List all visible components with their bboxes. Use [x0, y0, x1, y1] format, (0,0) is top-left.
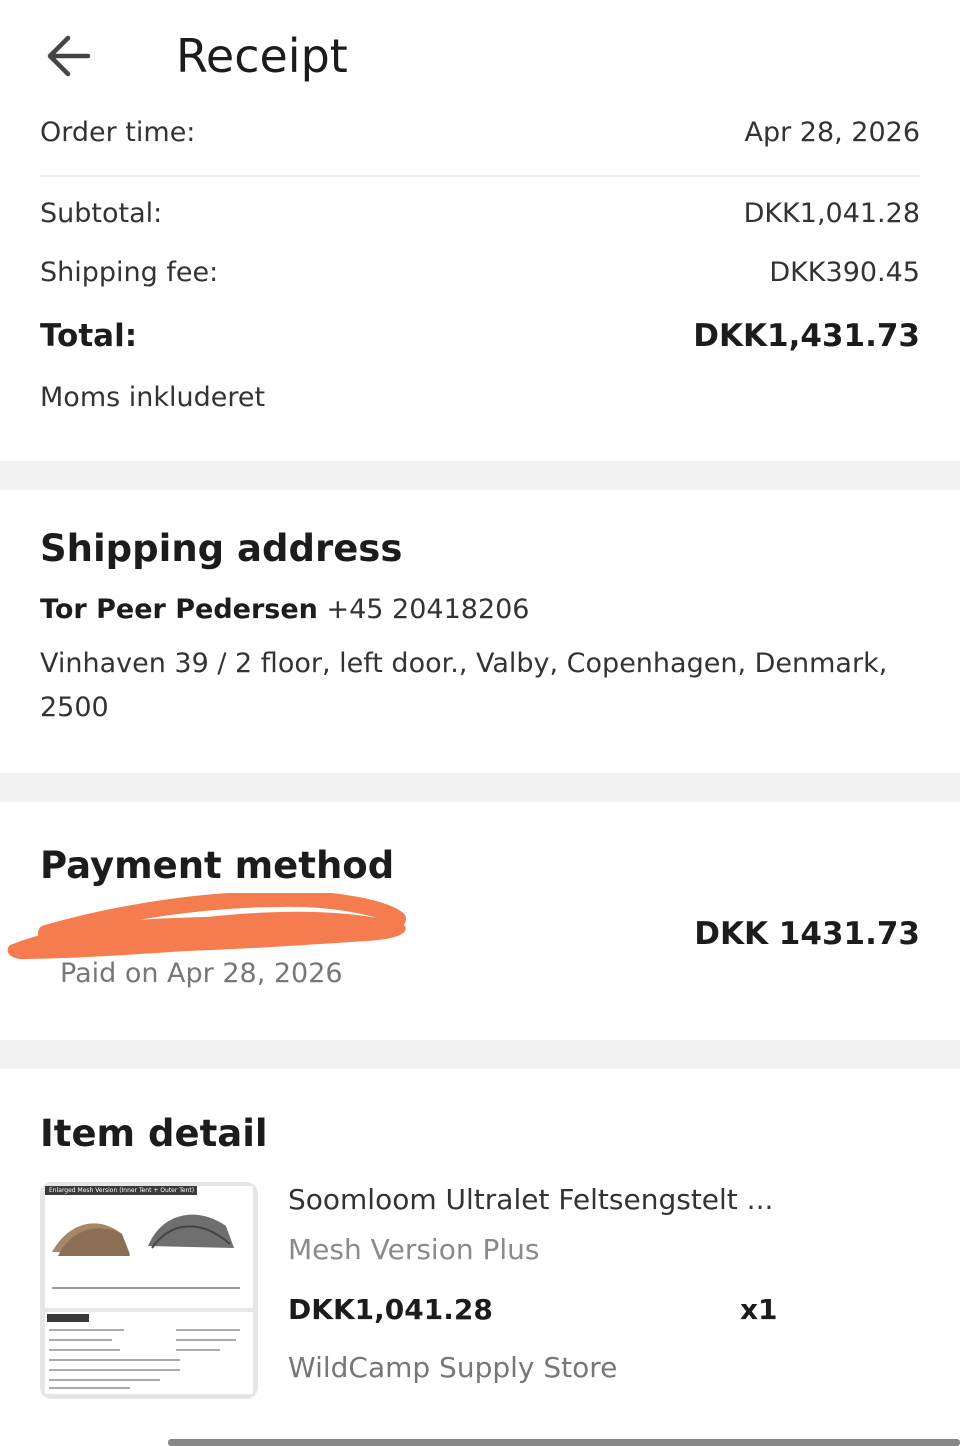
redaction-scribble [7, 893, 406, 959]
item-detail-title: Item detail [40, 1112, 268, 1155]
shipping-address-title: Shipping address [40, 527, 403, 570]
total-label: Total: [40, 318, 138, 354]
shipping-fee-value: DKK390.45 [769, 257, 920, 288]
order-time-label: Order time: [40, 117, 196, 148]
recipient-phone: +45 20418206 [326, 594, 530, 625]
arrow-left-icon [47, 35, 91, 77]
vat-note: Moms inkluderet [40, 382, 266, 413]
order-time-row: Order time: Apr 28, 2026 [40, 117, 920, 157]
payment-method-title: Payment method [40, 844, 395, 887]
payment-amount: DKK 1431.73 [694, 916, 920, 952]
product-thumbnail[interactable]: Enlarged Mesh Version (Inner Tent + Oute… [40, 1182, 258, 1399]
page-title: Receipt [176, 29, 348, 83]
tent-image [40, 1182, 258, 1399]
divider [40, 175, 920, 177]
item-variant: Mesh Version Plus [288, 1233, 540, 1266]
section-separator [0, 1040, 960, 1069]
subtotal-row: Subtotal: DKK1,041.28 [40, 198, 920, 238]
item-quantity: x1 [740, 1293, 778, 1326]
recipient-line: Tor Peer Pedersen +45 20418206 [40, 594, 529, 625]
address-line-2: 2500 [40, 692, 109, 723]
header: Receipt [0, 0, 960, 115]
total-value: DKK1,431.73 [693, 318, 920, 354]
total-row: Total: DKK1,431.73 [40, 318, 920, 358]
section-separator [0, 773, 960, 802]
recipient-name: Tor Peer Pedersen [40, 594, 318, 625]
address-line-1: Vinhaven 39 / 2 floor, left door., Valby… [40, 648, 888, 679]
item-name[interactable]: Soomloom Ultralet Feltsengstelt ... [288, 1183, 808, 1216]
back-button[interactable] [40, 30, 96, 82]
shipping-fee-label: Shipping fee: [40, 257, 219, 288]
thumb-header-text: Enlarged Mesh Version (Inner Tent + Oute… [49, 1187, 195, 1194]
store-name[interactable]: WildCamp Supply Store [288, 1351, 617, 1384]
subtotal-value: DKK1,041.28 [743, 198, 920, 229]
item-price: DKK1,041.28 [288, 1293, 493, 1326]
subtotal-label: Subtotal: [40, 198, 163, 229]
section-separator [0, 461, 960, 490]
order-time-value: Apr 28, 2026 [744, 117, 920, 148]
horizontal-scrollbar[interactable] [168, 1439, 960, 1446]
shipping-fee-row: Shipping fee: DKK390.45 [40, 257, 920, 297]
